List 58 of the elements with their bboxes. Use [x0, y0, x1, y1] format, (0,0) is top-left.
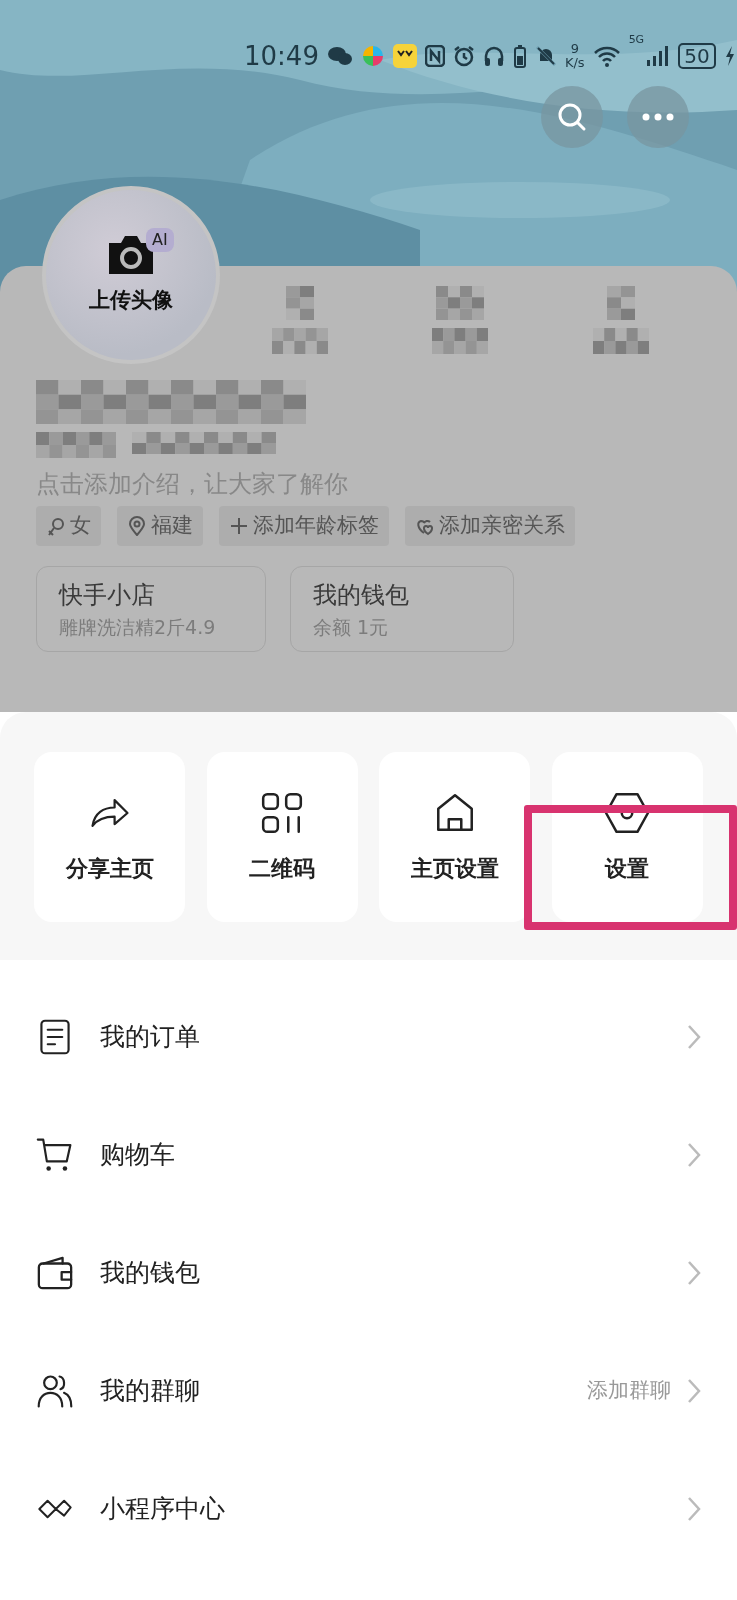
- menu-item[interactable]: 我的群聊 添加群聊: [0, 1332, 737, 1450]
- menu-label: 我的群聊: [100, 1375, 201, 1408]
- action-tile[interactable]: 二维码: [206, 752, 358, 922]
- shortcut-title: 我的钱包: [313, 579, 410, 611]
- plus-icon: [229, 515, 249, 536]
- net-speed-unit: K/s: [564, 56, 585, 71]
- menu-item[interactable]: 购物车: [0, 1096, 737, 1214]
- redacted-stat-label: [432, 328, 489, 354]
- redacted-stat-value: [436, 286, 485, 320]
- app-icon: [392, 44, 417, 68]
- signal-icon: [646, 45, 671, 67]
- chat-app-icon: [326, 45, 353, 67]
- network-type: 5G: [628, 32, 645, 48]
- shortcut-card[interactable]: 我的钱包 余额 1元: [290, 565, 514, 652]
- nfc-icon: [424, 45, 445, 67]
- wifi-icon: [592, 45, 621, 67]
- net-speed: 9: [569, 41, 580, 56]
- colorful-app-icon: [360, 44, 385, 68]
- charging-icon: [723, 45, 736, 67]
- people-icon: [36, 1372, 74, 1410]
- wallet-icon: [36, 1254, 74, 1292]
- menu-label: 购物车: [100, 1139, 176, 1172]
- redacted-stat-value: [606, 286, 635, 320]
- action-tile[interactable]: 分享主页: [34, 752, 185, 922]
- shortcut-card[interactable]: 快手小店 雕牌洗洁精2斤4.9: [36, 565, 266, 652]
- battery-level: 50: [678, 43, 716, 69]
- menu-hint: 添加群聊: [587, 1377, 671, 1405]
- chevron-right-icon: [687, 1378, 701, 1404]
- action-tile[interactable]: 设置: [551, 752, 703, 922]
- menu-item[interactable]: 我的订单: [0, 978, 737, 1096]
- ai-badge: AI: [146, 228, 174, 252]
- action-tile[interactable]: 主页设置: [379, 752, 531, 922]
- shortcut-subtitle: 余额 1元: [313, 614, 390, 640]
- menu-label: 我的钱包: [100, 1257, 201, 1290]
- location-pin-icon: [127, 515, 147, 536]
- menu-label: 小程序中心: [100, 1493, 226, 1526]
- gender-icon: [46, 515, 66, 536]
- menu-item[interactable]: 我的钱包: [0, 1214, 737, 1332]
- chevron-right-icon: [687, 1260, 701, 1286]
- redacted-stat-label: [592, 328, 649, 354]
- redacted-stat-value: [286, 286, 315, 320]
- redacted-stat-label: [272, 328, 329, 354]
- chevron-right-icon: [687, 1024, 701, 1050]
- chevron-right-icon: [687, 1496, 701, 1522]
- menu-item[interactable]: 小程序中心: [0, 1450, 737, 1568]
- upload-avatar-link[interactable]: 上传头像: [89, 285, 173, 317]
- battery-small-icon: [512, 44, 527, 68]
- muted-bell-icon: [534, 45, 557, 67]
- search-icon: [557, 102, 587, 132]
- clock-time: 10:49: [244, 39, 319, 73]
- chevron-right-icon: [687, 1142, 701, 1168]
- cart-icon: [36, 1136, 74, 1174]
- shortcut-subtitle: 雕牌洗洁精2斤4.9: [59, 614, 217, 640]
- shortcut-title: 快手小店: [59, 579, 156, 611]
- alarm-icon: [452, 45, 475, 67]
- headphones-icon: [482, 45, 505, 67]
- more-icon: [642, 113, 674, 121]
- menu-label: 我的订单: [100, 1021, 201, 1054]
